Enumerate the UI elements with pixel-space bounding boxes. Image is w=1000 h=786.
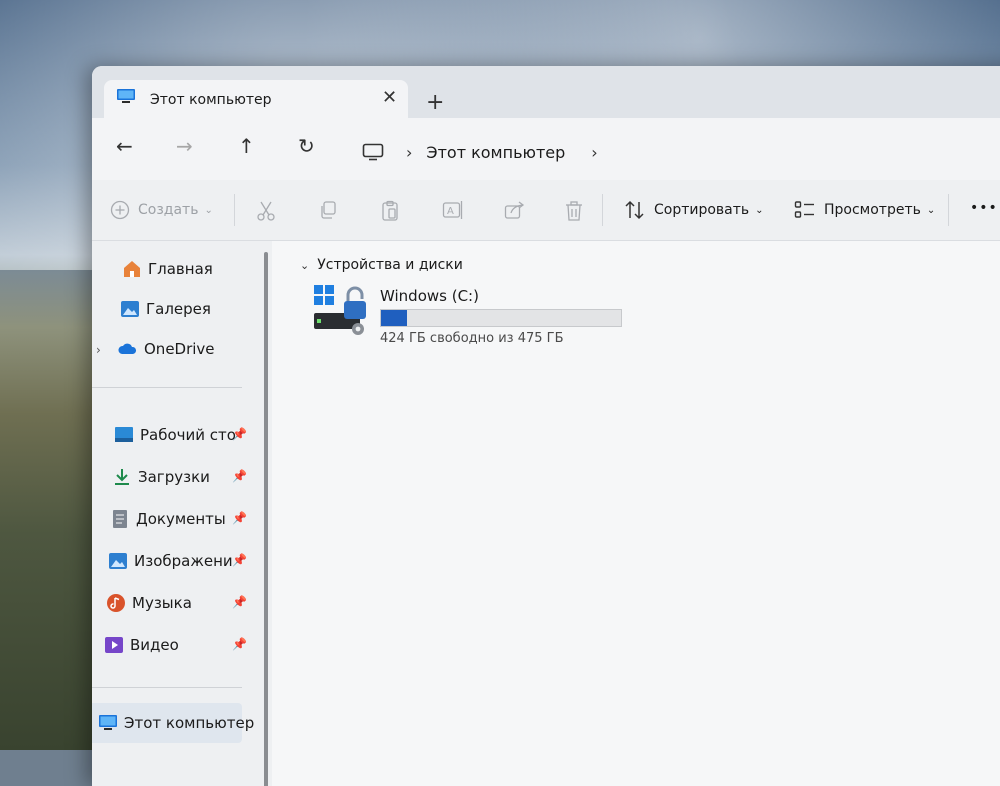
paste-icon[interactable] [380, 200, 400, 222]
sidebar-item-label: Этот компьютер [124, 714, 255, 732]
gallery-icon [121, 301, 139, 317]
more-options-icon[interactable]: ••• [970, 200, 998, 216]
sidebar-item-home[interactable]: Главная [122, 259, 213, 279]
file-explorer-window: Этот компьютер ✕ + ← → ↑ ↻ › Этот компью… [92, 66, 1000, 786]
drive-free-space: 424 ГБ свободно из 475 ГБ [380, 331, 564, 346]
toolbar-divider [234, 194, 235, 226]
sidebar-item-label: Галерея [146, 300, 211, 318]
monitor-icon[interactable] [362, 143, 384, 161]
drive-name: Windows (C:) [380, 287, 479, 305]
drive-usage-bar [380, 309, 622, 327]
pictures-icon [109, 553, 127, 569]
video-icon [105, 637, 123, 653]
cut-icon[interactable] [256, 200, 276, 222]
breadcrumb-item-this-pc[interactable]: Этот компьютер [426, 143, 565, 162]
sidebar-item-label: Музыка [132, 594, 192, 612]
sidebar-item-onedrive[interactable]: OneDrive [118, 339, 215, 359]
share-icon[interactable] [504, 200, 526, 220]
tab-title: Этот компьютер [150, 92, 272, 108]
copy-icon[interactable] [318, 200, 338, 220]
drive-usage-fill [381, 310, 407, 326]
view-icon [794, 201, 814, 218]
sidebar-item-label: Документы [136, 510, 226, 528]
sidebar-item-label: OneDrive [144, 340, 215, 358]
bitlocker-drive-icon [314, 285, 366, 335]
sidebar-item-label: Рабочий сто [140, 426, 236, 444]
rename-icon[interactable]: A [442, 200, 464, 220]
navigation-bar: ← → ↑ ↻ › Этот компьютер › [92, 118, 1000, 180]
svg-text:A: A [447, 206, 454, 217]
desktop-icon [115, 427, 133, 442]
downloads-icon [115, 469, 129, 485]
title-bar: Этот компьютер ✕ + [92, 66, 1000, 120]
sidebar-scrollbar[interactable] [264, 252, 268, 786]
forward-button[interactable]: → [176, 136, 193, 156]
music-icon [107, 594, 125, 612]
drive-item-c[interactable]: Windows (C:) 424 ГБ свободно из 475 ГБ [314, 285, 634, 355]
sidebar-item-pictures[interactable]: Изображени [108, 551, 233, 571]
navigation-pane: Главная Галерея › OneDrive Рабочий сто 📌 [92, 241, 262, 786]
sidebar-item-label: Изображени [134, 552, 233, 570]
up-button[interactable]: ↑ [238, 136, 255, 156]
group-header-label: Устройства и диски [317, 257, 463, 273]
view-button[interactable]: Просмотреть ⌄ [794, 200, 935, 220]
sort-icon [625, 200, 644, 220]
pin-icon: 📌 [232, 427, 247, 441]
chevron-down-icon: ⌄ [204, 204, 213, 216]
breadcrumb-separator-icon[interactable]: › [406, 143, 412, 162]
view-label: Просмотреть [824, 202, 921, 218]
computer-icon [99, 715, 117, 730]
tab-this-pc[interactable]: Этот компьютер ✕ [104, 80, 408, 120]
chevron-down-icon: ⌄ [300, 258, 310, 272]
delete-icon[interactable] [564, 200, 584, 222]
sidebar-item-downloads[interactable]: Загрузки [112, 467, 210, 487]
breadcrumb: › Этот компьютер › [362, 140, 612, 164]
sidebar-item-music[interactable]: Музыка [106, 593, 192, 613]
home-icon [124, 261, 140, 277]
expand-chevron-icon[interactable]: › [96, 343, 101, 357]
back-button[interactable]: ← [116, 136, 133, 156]
sort-button[interactable]: Сортировать ⌄ [624, 200, 764, 220]
close-tab-icon[interactable]: ✕ [382, 88, 397, 108]
sidebar-item-gallery[interactable]: Галерея [120, 299, 211, 319]
sidebar-item-label: Видео [130, 636, 179, 654]
toolbar-divider [602, 194, 603, 226]
create-button[interactable]: Создать ⌄ [110, 200, 213, 220]
chevron-down-icon: ⌄ [755, 204, 764, 216]
refresh-button[interactable]: ↻ [298, 136, 315, 156]
pin-icon: 📌 [232, 553, 247, 567]
chevron-down-icon: ⌄ [926, 204, 936, 216]
sidebar-item-videos[interactable]: Видео [104, 635, 179, 655]
computer-icon [117, 89, 135, 103]
cloud-icon [118, 343, 137, 354]
sort-label: Сортировать [654, 202, 750, 218]
command-bar: Создать ⌄ A Сортировать ⌄ Просмотреть ⌄ … [92, 180, 1000, 241]
pin-icon: 📌 [232, 637, 247, 651]
breadcrumb-expand-icon[interactable]: › [591, 143, 597, 162]
content-pane: ⌄ Устройства и диски Windows (C:) 424 ГБ… [272, 241, 1000, 786]
new-tab-button[interactable]: + [426, 92, 444, 114]
create-label: Создать [138, 202, 199, 218]
sidebar-item-label: Главная [148, 260, 213, 278]
toolbar-divider [948, 194, 949, 226]
plus-circle-icon [110, 200, 130, 220]
sidebar-divider [92, 687, 242, 688]
sidebar-item-desktop[interactable]: Рабочий сто [114, 425, 236, 445]
sidebar-item-label: Загрузки [138, 468, 210, 486]
sidebar-divider [92, 387, 242, 388]
pin-icon: 📌 [232, 511, 247, 525]
sidebar-item-documents[interactable]: Документы [110, 509, 226, 529]
sidebar-item-this-pc-label[interactable]: Этот компьютер [98, 713, 254, 733]
documents-icon [113, 510, 127, 528]
group-header-devices[interactable]: ⌄ Устройства и диски [300, 257, 463, 273]
pin-icon: 📌 [232, 469, 247, 483]
pin-icon: 📌 [232, 595, 247, 609]
